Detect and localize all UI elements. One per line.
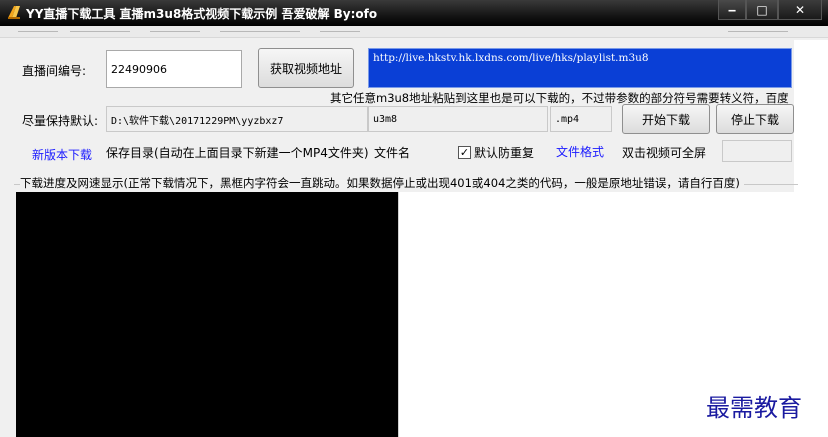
dedupe-label: 默认防重复 — [474, 146, 535, 160]
save-defaults-label: 尽量保持默认: — [22, 114, 99, 128]
ghost-line — [18, 26, 58, 32]
start-download-button[interactable]: 开始下载 — [622, 104, 710, 134]
window-title: YY直播下载工具 直播m3u8格式视频下载示例 吾爱破解 By:ofo — [26, 7, 378, 21]
dedupe-checkbox[interactable]: ✓ 默认防重复 — [458, 144, 534, 161]
room-id-label: 直播间编号: — [22, 64, 87, 78]
file-format-link[interactable]: 文件格式 — [556, 143, 604, 160]
minimize-button[interactable]: ‒ — [718, 0, 746, 20]
fullscreen-hint: 双击视频可全屏 — [622, 146, 707, 160]
checkmark-icon: ✓ — [458, 146, 471, 159]
maximize-button[interactable]: □ — [746, 0, 778, 20]
close-button[interactable]: ✕ — [778, 0, 822, 20]
title-bar[interactable]: YY直播下载工具 直播m3u8格式视频下载示例 吾爱破解 By:ofo ‒ □ … — [0, 0, 828, 26]
watermark-text: 最需教育 — [706, 394, 802, 422]
m3u8-url-input[interactable]: http://live.hkstv.hk.lxdns.com/live/hks/… — [368, 48, 792, 88]
app-icon — [8, 6, 20, 19]
left-margin — [0, 40, 14, 437]
stale-redraw-strip — [0, 26, 828, 38]
new-version-link[interactable]: 新版本下载 — [32, 146, 92, 163]
ghost-line — [70, 26, 130, 32]
ghost-line — [728, 26, 788, 32]
room-id-input[interactable]: 22490906 — [106, 50, 242, 88]
save-directory-input[interactable]: D:\软件下载\20171229PM\yyzbxz7 — [106, 106, 368, 132]
ghost-line — [220, 26, 300, 32]
ghost-line — [320, 26, 360, 32]
save-directory-caption: 保存目录(自动在上面目录下新建一个MP4文件夹) — [106, 146, 369, 160]
file-name-input[interactable]: u3m8 — [368, 106, 548, 132]
file-name-caption: 文件名 — [374, 146, 411, 160]
right-margin — [794, 40, 828, 437]
stop-download-button[interactable]: 停止下载 — [716, 104, 794, 134]
fetch-url-button[interactable]: 获取视频地址 — [258, 48, 354, 88]
ghost-line — [150, 26, 200, 32]
window-controls: ‒ □ ✕ — [718, 0, 822, 22]
progress-group-label: 下载进度及网速显示(正常下载情况下，黑框内字符会一直跳动。如果数据停止或出现40… — [20, 175, 744, 191]
app-window: YY直播下载工具 直播m3u8格式视频下载示例 吾爱破解 By:ofo ‒ □ … — [0, 0, 828, 437]
video-console-panel[interactable] — [16, 192, 398, 437]
file-extension-input[interactable]: .mp4 — [550, 106, 612, 132]
status-field — [722, 140, 792, 162]
